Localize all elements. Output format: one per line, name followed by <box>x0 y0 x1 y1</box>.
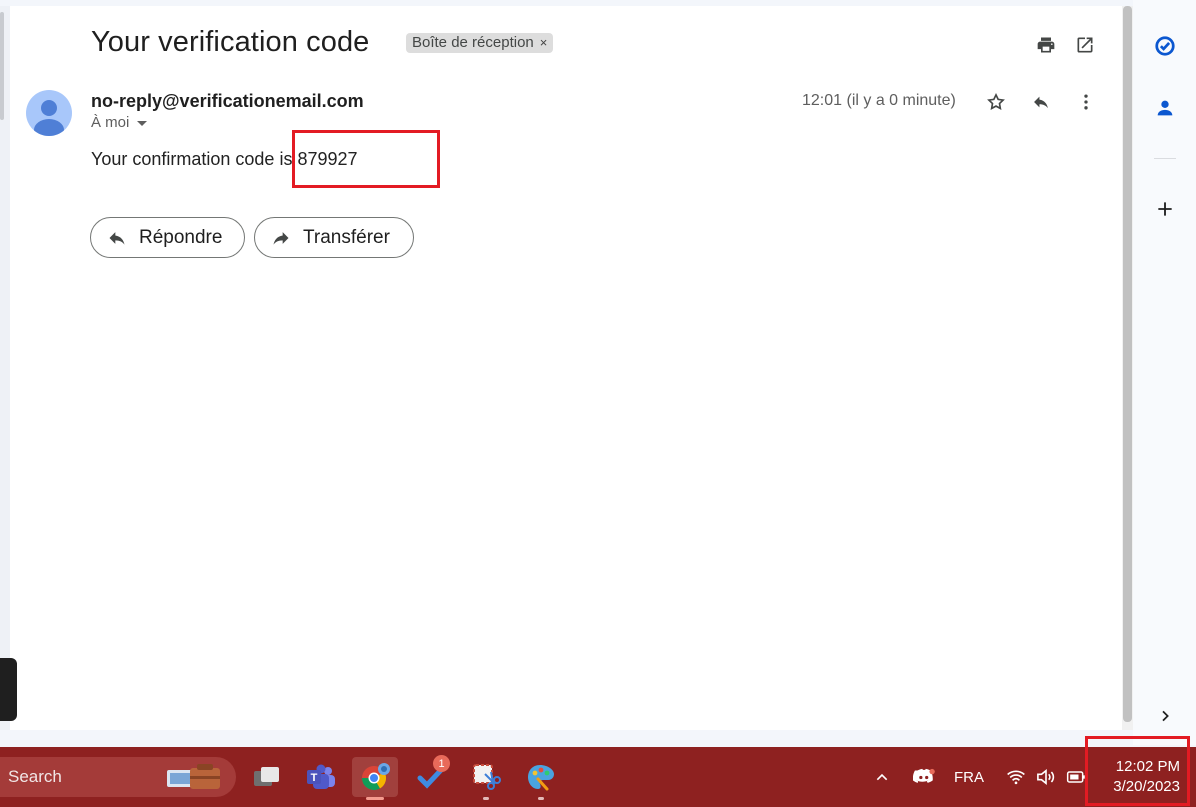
caret-down-icon <box>137 121 148 126</box>
battery-icon[interactable] <box>1065 764 1087 790</box>
reply-icon <box>109 231 125 245</box>
reply-label: Répondre <box>139 226 223 248</box>
email-timestamp: 12:01 (il y a 0 minute) <box>802 92 956 109</box>
tasks-icon[interactable] <box>1152 33 1178 59</box>
taskbar-search[interactable]: Search <box>0 757 236 797</box>
forward-button[interactable]: Transférer <box>254 217 414 258</box>
svg-text:T: T <box>311 772 318 784</box>
wifi-icon[interactable] <box>1005 764 1027 790</box>
avatar <box>26 90 72 136</box>
label-text: Boîte de réception <box>412 34 534 51</box>
inbox-label-chip[interactable]: Boîte de réception × <box>406 33 554 53</box>
email-view <box>0 6 1122 730</box>
running-indicator <box>483 797 489 800</box>
scrollbar-thumb[interactable] <box>1123 6 1132 722</box>
left-scrollbar[interactable] <box>0 12 4 120</box>
contacts-icon[interactable] <box>1152 95 1178 121</box>
running-indicator <box>538 797 544 800</box>
search-highlight-icon <box>167 764 220 789</box>
chevron-right-icon[interactable] <box>1152 703 1178 729</box>
remove-label-button[interactable]: × <box>540 33 548 53</box>
code-highlight-box <box>292 130 440 188</box>
recipient-details-toggle[interactable]: À moi <box>91 114 148 131</box>
star-icon[interactable] <box>984 90 1008 114</box>
clock-highlight-box <box>1085 736 1190 806</box>
more-vert-icon[interactable] <box>1074 90 1098 114</box>
open-in-new-icon[interactable] <box>1074 34 1096 56</box>
forward-label: Transférer <box>303 226 390 248</box>
reply-icon[interactable] <box>1029 90 1053 114</box>
discord-icon[interactable] <box>911 764 937 790</box>
teams-icon[interactable]: T <box>298 757 344 797</box>
side-divider <box>1154 158 1176 159</box>
forward-icon <box>273 231 289 245</box>
language-indicator[interactable]: FRA <box>952 764 986 790</box>
recipient-label: À moi <box>91 114 130 131</box>
active-indicator <box>366 797 384 800</box>
screen: Your verification code Boîte de réceptio… <box>0 0 1196 807</box>
chevron-up-icon[interactable] <box>872 764 892 790</box>
notification-badge: 1 <box>433 755 450 772</box>
task-view-icon[interactable] <box>244 757 290 797</box>
sender-email[interactable]: no-reply@verificationemail.com <box>91 91 364 112</box>
collapsed-panel-tab[interactable] <box>0 658 17 721</box>
chrome-icon[interactable] <box>352 757 398 800</box>
volume-icon[interactable] <box>1035 764 1057 790</box>
todo-icon[interactable]: 1 <box>408 755 454 797</box>
search-label: Search <box>8 767 62 786</box>
snipping-tool-icon[interactable] <box>463 757 509 800</box>
email-subject: Your verification code <box>91 26 370 58</box>
reply-button[interactable]: Répondre <box>90 217 245 258</box>
paint-icon[interactable] <box>518 757 564 800</box>
plus-icon[interactable] <box>1152 196 1178 222</box>
print-icon[interactable] <box>1035 34 1057 56</box>
